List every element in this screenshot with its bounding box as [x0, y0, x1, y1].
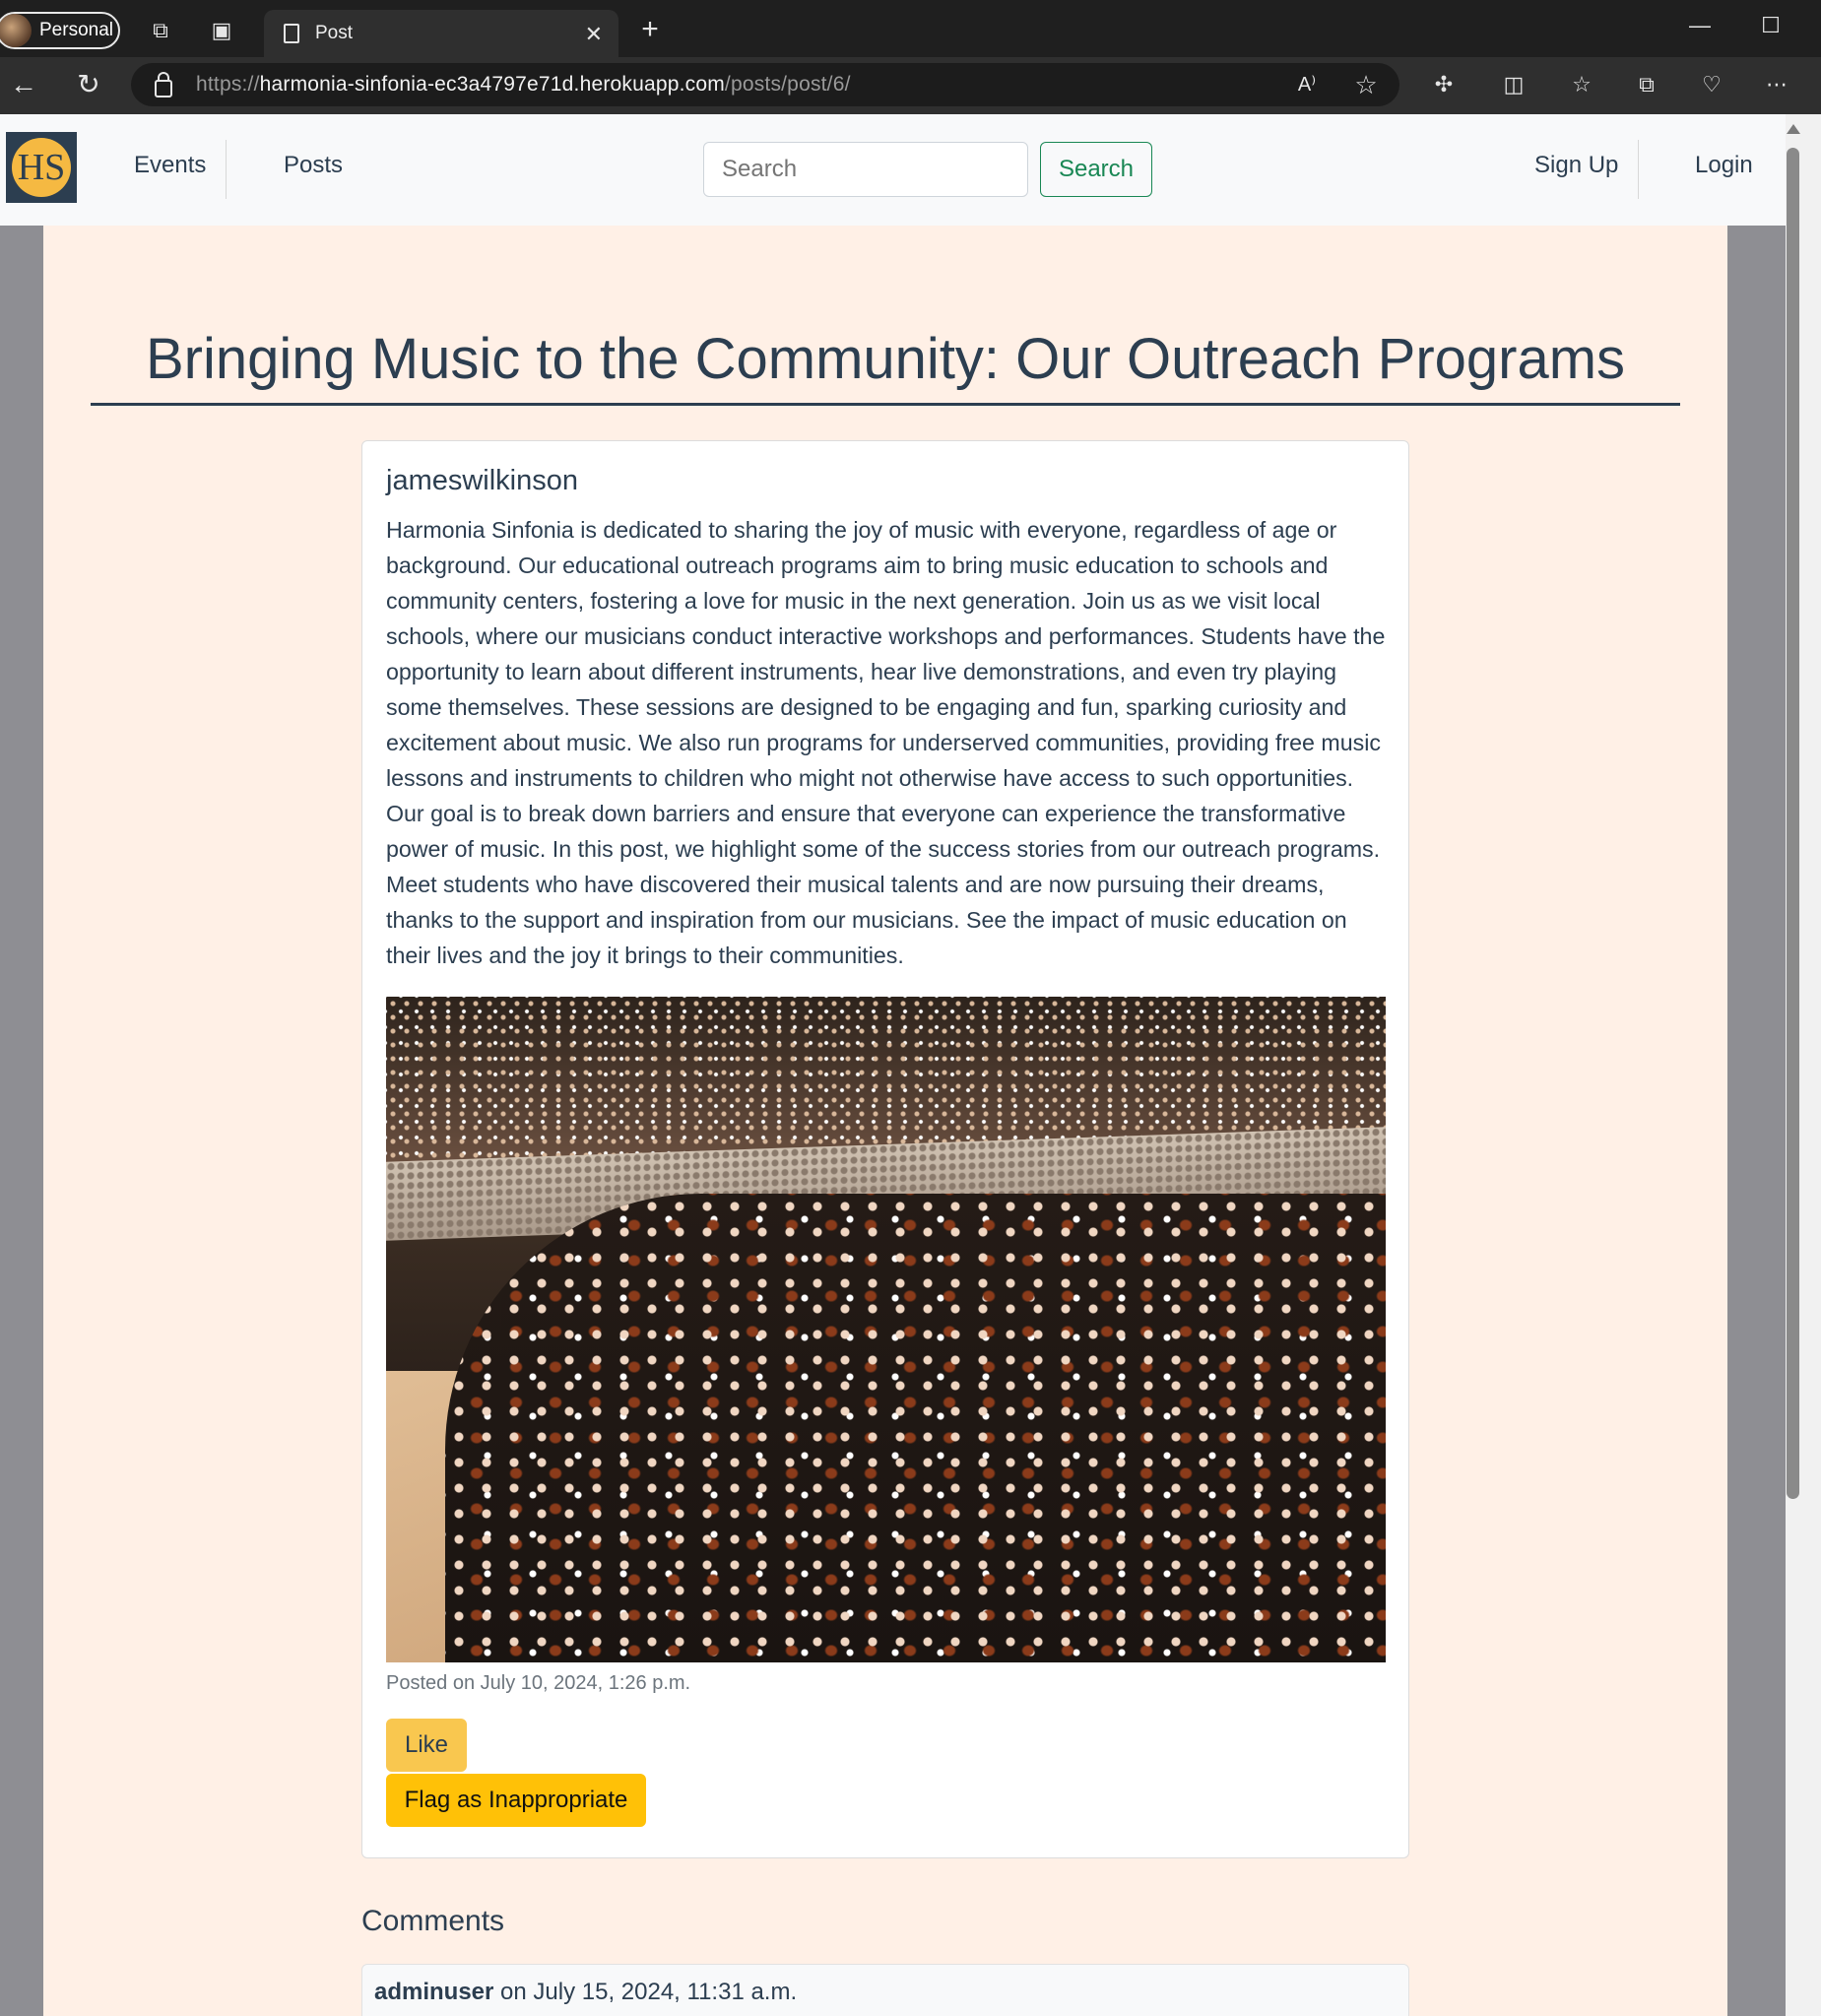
- split-screen-icon[interactable]: ◫: [1500, 71, 1528, 98]
- workspaces-icon[interactable]: ⧉: [148, 18, 173, 43]
- new-tab-icon[interactable]: +: [636, 15, 664, 44]
- comment-author: adminuser: [374, 1979, 494, 2005]
- nav-divider: [1638, 140, 1639, 199]
- post-image: [386, 997, 1386, 1662]
- title-underline: [91, 403, 1680, 406]
- browser-toolbar: ← ↻ https://harmonia-sinfonia-ec3a4797e7…: [0, 57, 1821, 114]
- refresh-icon[interactable]: ↻: [75, 71, 102, 98]
- browser-essentials-icon[interactable]: ♡: [1698, 71, 1725, 98]
- page-viewport: HS Events Posts Search Sign Up Login Bri…: [0, 114, 1786, 2016]
- nav-link-events[interactable]: Events: [134, 152, 206, 179]
- post-body: Harmonia Sinfonia is dedicated to sharin…: [386, 517, 1386, 968]
- nav-link-sign-up[interactable]: Sign Up: [1534, 152, 1618, 179]
- scrollbar-thumb[interactable]: [1787, 148, 1799, 1499]
- flag-button[interactable]: Flag as Inappropriate: [386, 1774, 646, 1827]
- site-logo[interactable]: HS: [6, 132, 77, 203]
- like-button[interactable]: Like: [386, 1719, 467, 1772]
- favorites-icon[interactable]: ☆: [1568, 71, 1595, 98]
- minimize-icon[interactable]: —: [1688, 14, 1712, 37]
- extensions-icon[interactable]: ✣: [1430, 71, 1458, 98]
- site-navbar: HS Events Posts Search Sign Up Login: [0, 114, 1786, 226]
- back-icon[interactable]: ←: [10, 71, 37, 98]
- main-content: Bringing Music to the Community: Our Out…: [43, 226, 1727, 2016]
- nav-link-posts[interactable]: Posts: [284, 152, 343, 179]
- post-author: jameswilkinson: [386, 465, 579, 496]
- profile-label: Personal: [39, 20, 113, 40]
- scroll-up-arrow-icon[interactable]: [1787, 124, 1800, 134]
- url-text[interactable]: https://harmonia-sinfonia-ec3a4797e71d.h…: [196, 73, 851, 97]
- post-card: jameswilkinson Harmonia Sinfonia is dedi…: [361, 440, 1409, 1858]
- logo-badge: HS: [12, 138, 71, 197]
- nav-link-login[interactable]: Login: [1695, 152, 1753, 179]
- tab-actions-icon[interactable]: ▣: [209, 18, 234, 43]
- more-menu-icon[interactable]: ⋯: [1763, 71, 1790, 98]
- nav-divider: [226, 140, 227, 199]
- comment-date: on July 15, 2024, 11:31 a.m.: [500, 1979, 798, 2005]
- post-title: Bringing Music to the Community: Our Out…: [145, 327, 1626, 391]
- image-orchestra: [445, 1194, 1386, 1662]
- favorite-star-icon[interactable]: ☆: [1352, 71, 1380, 98]
- page-icon: [284, 24, 299, 43]
- close-tab-icon[interactable]: ✕: [585, 22, 603, 47]
- address-bar[interactable]: https://harmonia-sinfonia-ec3a4797e71d.h…: [131, 63, 1399, 106]
- profile-button[interactable]: Personal: [0, 12, 120, 49]
- collections-icon[interactable]: ⧉: [1633, 71, 1660, 98]
- profile-avatar: [0, 14, 32, 47]
- posted-date: Posted on July 10, 2024, 1:26 p.m.: [386, 1672, 691, 1694]
- lock-icon[interactable]: [155, 72, 172, 98]
- read-aloud-icon[interactable]: A⁾: [1293, 71, 1321, 98]
- tab-title: Post: [315, 23, 354, 43]
- search-button[interactable]: Search: [1040, 142, 1152, 197]
- tab-post[interactable]: Post ✕: [264, 10, 618, 57]
- search-input[interactable]: [703, 142, 1028, 197]
- comments-heading: Comments: [361, 1905, 505, 1937]
- browser-titlebar: Personal ⧉ ▣ Post ✕ + — ☐: [0, 0, 1821, 57]
- comment-item: adminuser on July 15, 2024, 11:31 a.m.: [361, 1964, 1409, 2016]
- comment-meta: adminuser on July 15, 2024, 11:31 a.m.: [374, 1979, 797, 2006]
- maximize-icon[interactable]: ☐: [1759, 14, 1783, 37]
